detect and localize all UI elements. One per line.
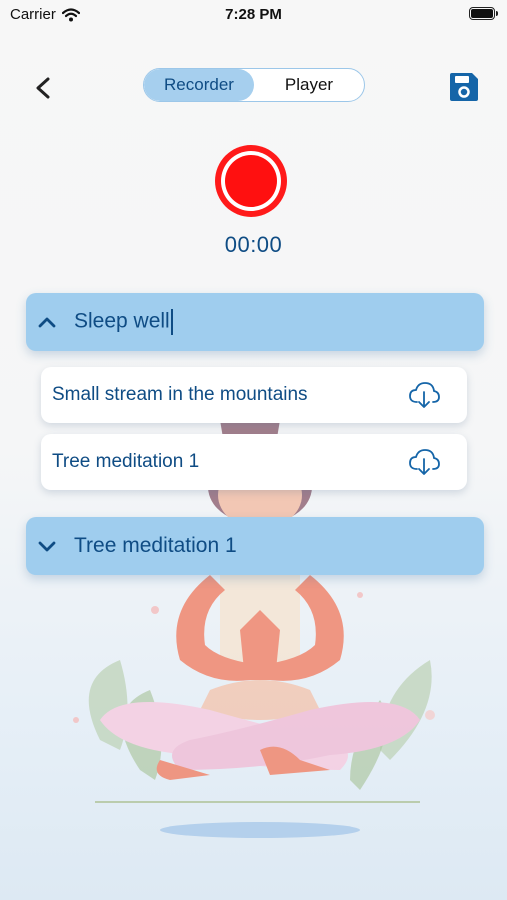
chevron-up-icon	[38, 317, 56, 328]
back-chevron-icon[interactable]	[28, 72, 60, 104]
battery-icon	[469, 7, 498, 20]
list-item-label: Tree meditation 1	[52, 451, 200, 472]
tab-player[interactable]: Player	[254, 69, 364, 101]
tab-recorder[interactable]: Recorder	[144, 69, 254, 101]
status-time: 7:28 PM	[225, 6, 282, 23]
group-header-tree-meditation-1[interactable]: Tree meditation 1	[26, 517, 484, 575]
group-title: Tree meditation 1	[74, 534, 237, 557]
cloud-download-icon[interactable]	[407, 380, 441, 410]
mode-segmented-control: Recorder Player	[143, 68, 365, 102]
recording-timer: 00:00	[224, 232, 283, 257]
status-bar: Carrier 7:28 PM	[0, 0, 507, 28]
list-item-small-stream[interactable]: Small stream in the mountains	[41, 367, 467, 423]
text-cursor	[170, 309, 173, 335]
cloud-download-icon[interactable]	[407, 447, 441, 477]
save-disk-icon[interactable]	[447, 70, 481, 104]
list-item-tree-meditation-1[interactable]: Tree meditation 1	[41, 434, 467, 490]
group-header-sleep-well[interactable]: Sleep well	[26, 293, 484, 351]
record-icon[interactable]	[212, 142, 290, 220]
group-title[interactable]: Sleep well	[74, 309, 173, 335]
nav-bar: Recorder Player	[0, 66, 507, 106]
list-item-label: Small stream in the mountains	[52, 384, 308, 405]
chevron-down-icon	[38, 541, 56, 552]
